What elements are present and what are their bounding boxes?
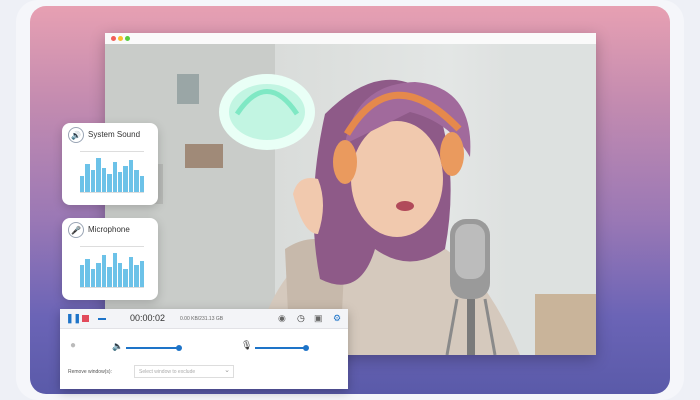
recording-timer: 00:00:02 (130, 313, 166, 323)
remove-window-placeholder: Select window to exclude (139, 369, 196, 375)
maximize-dot-icon[interactable] (125, 36, 130, 41)
recording-status-row: ❚❚ 00:00:02 0.00 KB/231.13 GB ◉ ◷ ▣ ⚙ (60, 309, 348, 329)
collapse-icon[interactable] (98, 318, 106, 320)
chevron-down-icon: ⌄ (224, 367, 230, 374)
microphone-icon: 🎤 (68, 222, 84, 238)
system-volume-icon[interactable]: 🔈 (112, 341, 123, 352)
pause-icon[interactable]: ❚❚ (66, 313, 81, 324)
settings-icon[interactable]: ⚙ (333, 313, 341, 324)
browser-titlebar (105, 33, 596, 44)
system-volume-slider[interactable] (126, 345, 182, 351)
minimize-dot-icon[interactable] (118, 36, 123, 41)
recording-toolbar: ❚❚ 00:00:02 0.00 KB/231.13 GB ◉ ◷ ▣ ⚙ ● … (60, 309, 348, 389)
screenshot-icon[interactable]: ▣ (314, 313, 323, 324)
remove-window-select[interactable]: Select window to exclude ⌄ (134, 365, 234, 378)
microphone-meter (80, 246, 145, 288)
microphone-card[interactable]: 🎤 Microphone (62, 218, 158, 300)
microphone-title: Microphone (88, 225, 130, 234)
camera-icon[interactable]: ◉ (278, 313, 286, 324)
stop-icon[interactable] (82, 315, 89, 322)
speaker-icon: 🔊 (68, 127, 84, 143)
close-dot-icon[interactable] (111, 36, 116, 41)
browser-window (105, 33, 596, 355)
clock-icon[interactable]: ◷ (297, 313, 305, 324)
system-sound-card[interactable]: 🔊 System Sound (62, 123, 158, 205)
mic-volume-slider[interactable] (255, 345, 309, 351)
remove-window-label: Remove window(s): (68, 369, 112, 375)
system-sound-title: System Sound (88, 130, 141, 139)
mic-volume-icon[interactable]: 🎙 (241, 340, 252, 351)
webcam-icon[interactable]: ● (70, 340, 76, 351)
file-size: 0.00 KB/231.13 GB (180, 316, 224, 322)
system-sound-meter (80, 151, 145, 193)
